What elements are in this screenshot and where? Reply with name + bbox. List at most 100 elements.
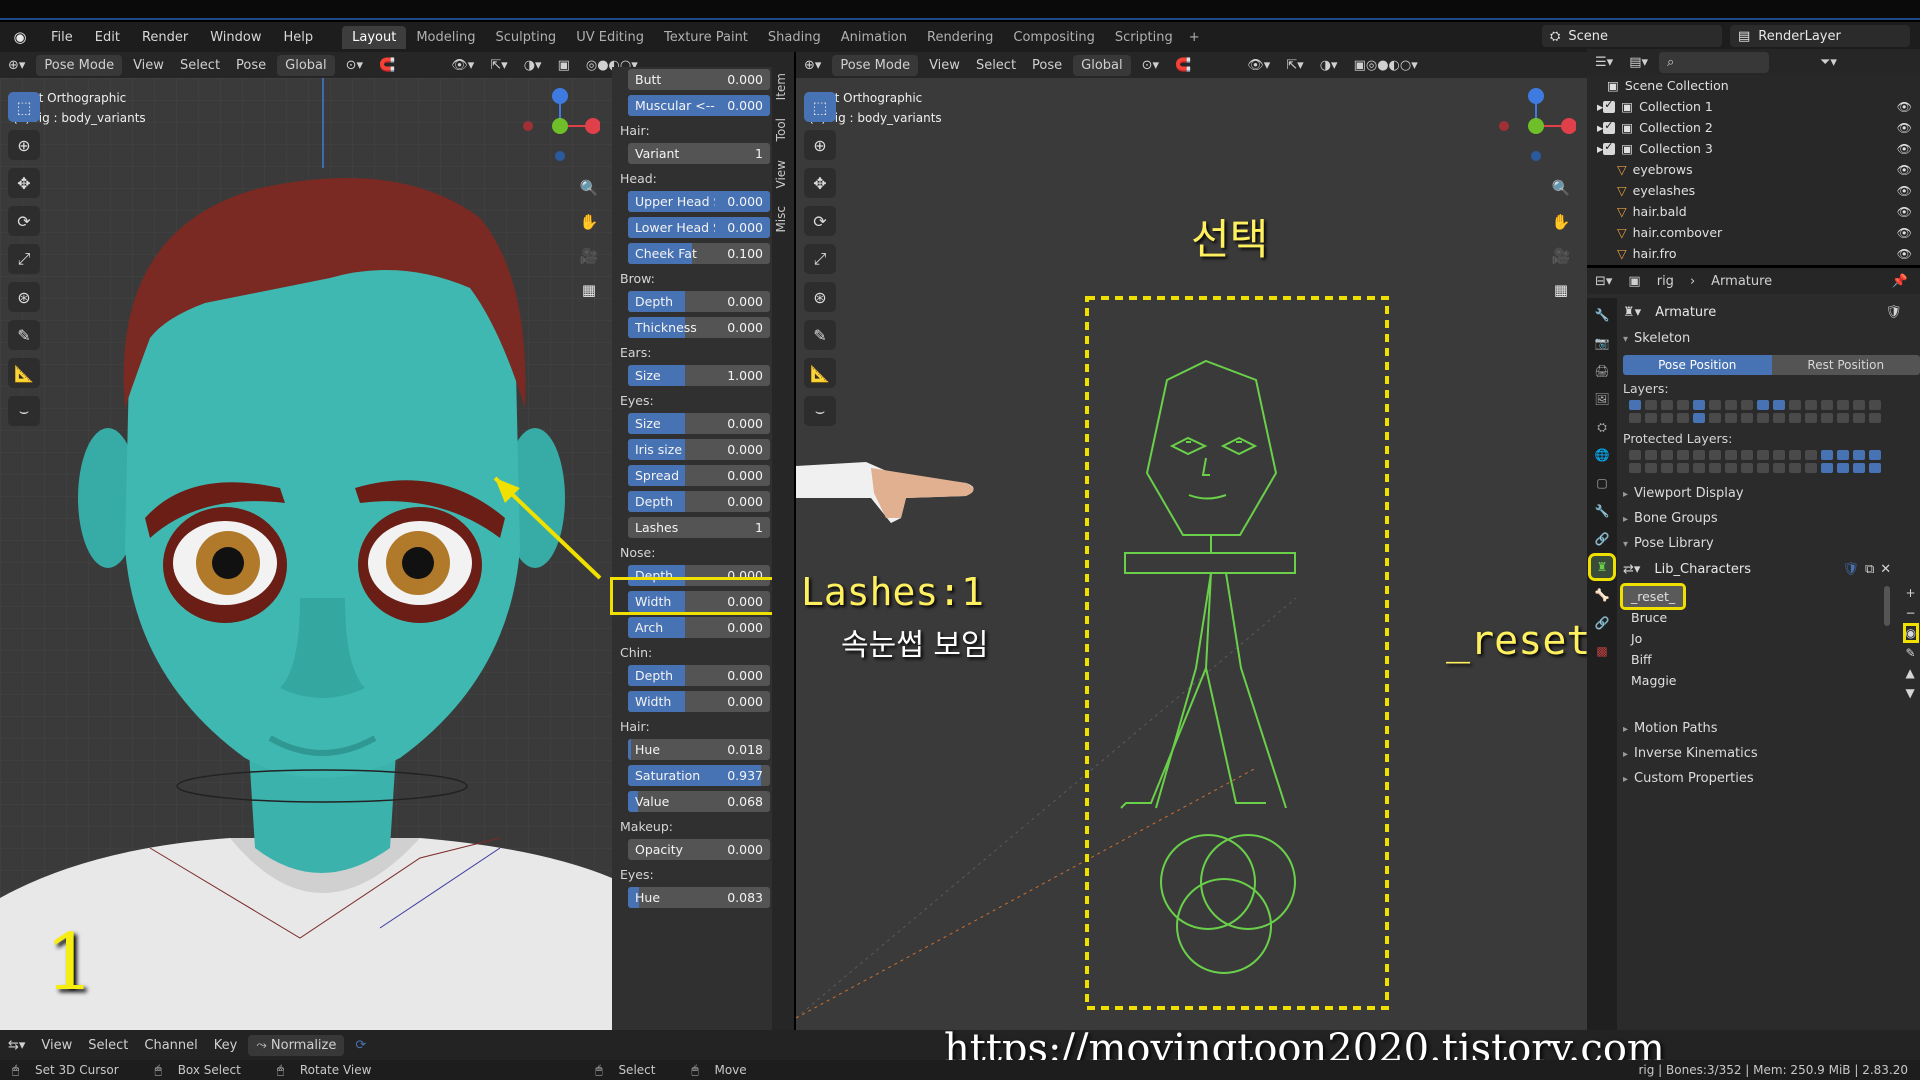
layer-cell[interactable] <box>1741 400 1753 410</box>
layer-cell[interactable] <box>1821 450 1833 460</box>
layer-cell[interactable] <box>1757 450 1769 460</box>
measure-tool-icon[interactable]: 📐 <box>8 358 40 388</box>
overlay-icon[interactable]: ◑▾ <box>516 58 550 73</box>
move-tool-icon[interactable]: ✥ <box>8 168 40 198</box>
layer-cell[interactable] <box>1725 413 1737 423</box>
property-slider[interactable]: Hue 0.018 <box>628 739 770 760</box>
layer-cell[interactable] <box>1837 450 1849 460</box>
grid-icon[interactable]: ▦ <box>576 277 602 303</box>
eye-icon[interactable]: 👁 <box>1897 163 1912 177</box>
inverse-kinematics-header[interactable]: Inverse Kinematics <box>1623 741 1920 766</box>
workspace-tab-rendering[interactable]: Rendering <box>917 26 1003 49</box>
scene-field[interactable]: ⛭ Scene <box>1542 25 1722 47</box>
editor-type-icon-2[interactable]: ⊕▾ <box>796 58 829 73</box>
include-checkbox[interactable] <box>1603 140 1616 155</box>
property-slider[interactable]: Hue 0.083 <box>628 887 770 908</box>
pan-hand-icon-2[interactable]: ✋ <box>1548 209 1574 235</box>
bone-tab-icon[interactable]: 🦴 <box>1591 584 1613 606</box>
timeline-select-menu[interactable]: Select <box>80 1038 136 1053</box>
transform-tool-icon[interactable]: ⊛ <box>8 282 40 312</box>
custom-properties-header[interactable]: Custom Properties <box>1623 766 1920 791</box>
sidebar-tab-misc[interactable]: Misc <box>772 200 790 239</box>
add-workspace-icon[interactable]: + <box>1189 30 1200 45</box>
select-menu-2[interactable]: Select <box>968 58 1024 73</box>
layer-cell[interactable] <box>1693 450 1705 460</box>
modifier-tab-icon[interactable]: 🔧 <box>1591 500 1613 522</box>
pose-relax-tool-icon-2[interactable]: ⌣ <box>804 396 836 426</box>
property-slider[interactable]: Arch 0.000 <box>628 617 770 638</box>
display-mode-icon[interactable]: ▤▾ <box>1621 55 1656 70</box>
layer-cell[interactable] <box>1629 450 1641 460</box>
layer-cell[interactable] <box>1693 463 1705 473</box>
layer-cell[interactable] <box>1741 413 1753 423</box>
workspace-tab-compositing[interactable]: Compositing <box>1003 26 1105 49</box>
select-box-tool-icon[interactable]: ⬚ <box>8 92 40 122</box>
layer-cell[interactable] <box>1725 463 1737 473</box>
shading-modes-icon-2[interactable]: ▣◎●◐○▾ <box>1346 58 1426 73</box>
workspace-tab-texture-paint[interactable]: Texture Paint <box>654 26 758 49</box>
blender-logo-icon[interactable]: ◉ <box>6 25 34 49</box>
property-slider[interactable]: Cheek Fat 0.100 <box>628 243 770 264</box>
layer-cell[interactable] <box>1757 413 1769 423</box>
view-layer-tab-icon[interactable]: 🖼 <box>1591 388 1613 410</box>
sidebar-tab-tool[interactable]: Tool <box>772 112 790 147</box>
rotate-tool-icon[interactable]: ⟳ <box>8 206 40 236</box>
orientation-dropdown-2[interactable]: Global <box>1073 54 1131 76</box>
select-menu[interactable]: Select <box>172 58 228 73</box>
layer-cell[interactable] <box>1709 450 1721 460</box>
menu-render[interactable]: Render <box>131 30 199 45</box>
view-menu[interactable]: View <box>125 58 172 73</box>
layer-cell[interactable] <box>1645 400 1657 410</box>
library-copy-icon[interactable]: ⧉ <box>1865 562 1874 577</box>
move-down-icon[interactable]: ▼ <box>1906 686 1916 700</box>
include-checkbox[interactable] <box>1603 119 1616 134</box>
outliner-row[interactable]: ▽ eyelashes 👁 <box>1587 180 1920 201</box>
layer-cell[interactable] <box>1677 400 1689 410</box>
eye-icon[interactable]: 👁 <box>1897 184 1912 198</box>
layer-cell[interactable] <box>1725 400 1737 410</box>
workspace-tab-uv-editing[interactable]: UV Editing <box>566 26 654 49</box>
layer-cell[interactable] <box>1805 463 1817 473</box>
property-slider[interactable]: Lashes 1 <box>628 517 770 538</box>
outliner-row[interactable]: ▽ eyebrows 👁 <box>1587 159 1920 180</box>
protected-layers-grid[interactable] <box>1629 450 1920 473</box>
property-slider[interactable]: Depth 0.000 <box>628 491 770 512</box>
layer-cell[interactable] <box>1789 400 1801 410</box>
move-up-icon[interactable]: ▲ <box>1906 666 1916 680</box>
pose-library-header[interactable]: Pose Library <box>1623 531 1920 556</box>
outliner-row[interactable]: ▸ ▣Collection 2👁 <box>1587 117 1920 138</box>
timeline-key-menu[interactable]: Key <box>206 1038 246 1053</box>
navigation-gizmo-2[interactable] <box>1496 86 1576 166</box>
layer-cell[interactable] <box>1741 463 1753 473</box>
layer-cell[interactable] <box>1629 413 1641 423</box>
sync-icon[interactable]: ⟳ <box>347 1038 374 1053</box>
outliner-search-input[interactable]: ⌕ <box>1659 51 1769 73</box>
workspace-tab-shading[interactable]: Shading <box>758 26 831 49</box>
armature-name-field[interactable]: Armature <box>1647 301 1878 323</box>
annotate-tool-icon-2[interactable]: ✎ <box>804 320 836 350</box>
overlay-icon-2[interactable]: ◑▾ <box>1312 58 1346 73</box>
world-tab-icon[interactable]: 🌐 <box>1591 444 1613 466</box>
layer-cell[interactable] <box>1869 450 1881 460</box>
editor-type-icon[interactable]: ⊕▾ <box>0 58 33 73</box>
layer-cell[interactable] <box>1709 400 1721 410</box>
measure-tool-icon-2[interactable]: 📐 <box>804 358 836 388</box>
pose-library-field[interactable]: Lib_Characters <box>1646 558 1837 580</box>
transform-tool-icon-2[interactable]: ⊛ <box>804 282 836 312</box>
layer-cell[interactable] <box>1661 450 1673 460</box>
visibility-icon[interactable]: 👁▾ <box>443 58 482 73</box>
layer-cell[interactable] <box>1629 400 1641 410</box>
outliner-row[interactable]: ▽ hair.fro 👁 <box>1587 243 1920 264</box>
menu-file[interactable]: File <box>40 30 84 45</box>
layer-cell[interactable] <box>1853 463 1865 473</box>
pin-icon[interactable]: 📌 <box>1884 274 1916 289</box>
outliner-editor-icon[interactable]: ☰▾ <box>1587 55 1621 70</box>
snap-icon[interactable]: 🧲 <box>371 58 403 73</box>
layers-grid[interactable] <box>1629 400 1920 423</box>
layer-cell[interactable] <box>1773 463 1785 473</box>
pose-list-item[interactable]: _reset_ <box>1620 583 1686 610</box>
layer-cell[interactable] <box>1869 400 1881 410</box>
eye-icon[interactable]: 👁 <box>1897 142 1912 156</box>
apply-pose-icon[interactable]: ◉ <box>1902 623 1920 643</box>
timeline-channel-menu[interactable]: Channel <box>136 1038 205 1053</box>
